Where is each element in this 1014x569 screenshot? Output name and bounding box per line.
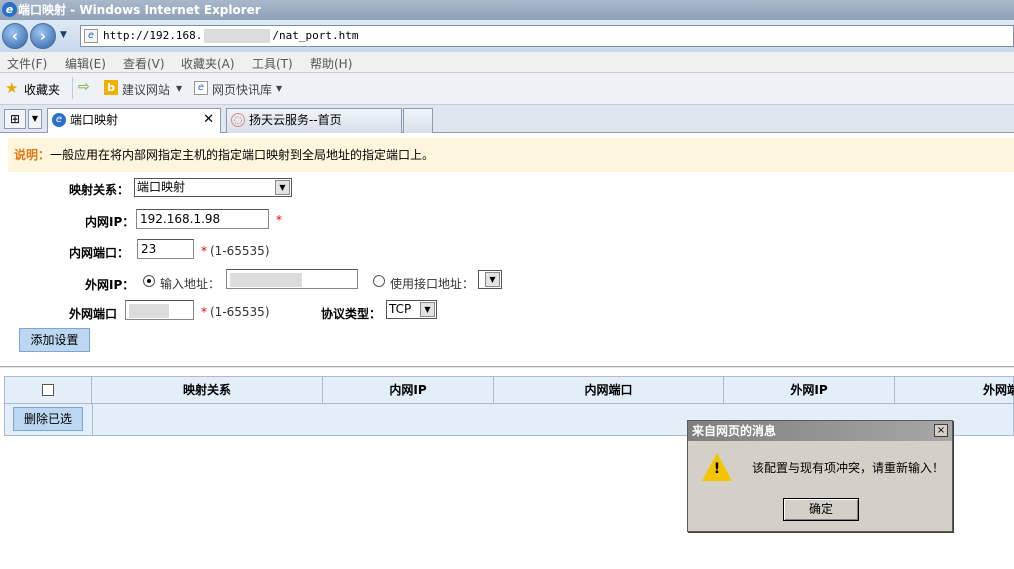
add-setting-button[interactable]: 添加设置 [19,328,90,352]
header-lan-ip: 内网IP [323,377,494,404]
window-title: 端口映射 - Windows Internet Explorer [18,3,261,17]
notice-banner: 说明：一般应用在将内部网指定主机的指定端口映射到全局地址的指定端口上。 [8,138,1014,172]
notice-label: 说明： [14,148,51,162]
warning-mark: ! [713,461,721,477]
add-favorite-icon[interactable]: ⇨ [78,79,90,95]
interface-select[interactable]: ▼ [478,270,502,289]
port-range-hint: (1-65535) [210,305,270,319]
page-icon: e [194,81,208,95]
dialog-title-text: 来自网页的消息 [692,424,777,438]
menu-edit[interactable]: 编辑(E) [65,55,106,72]
dialog-title: 来自网页的消息 [688,421,952,441]
header-select-all [5,377,92,404]
favorites-button[interactable]: 收藏夹 [24,81,60,98]
header-lan-port: 内网端口 [494,377,724,404]
wan-port-input[interactable] [125,300,194,320]
protocol-select[interactable]: TCP ▼ [386,300,437,319]
tab-yangtian-cloud[interactable]: ◌ 扬天云服务--首页 [226,108,402,133]
chevron-down-icon: ▼ [275,180,290,195]
chevron-down-icon: ▼ [485,272,500,287]
lan-ip-label: 内网IP： [85,215,135,229]
chevron-down-icon[interactable]: ▼ [176,84,182,93]
lan-port-input[interactable]: 23 [137,239,194,259]
bing-icon: b [104,80,118,95]
menu-help[interactable]: 帮助(H) [310,55,352,72]
header-wan-ip: 外网IP [724,377,895,404]
required-mark: * [201,244,207,258]
address-input[interactable]: e http://192.168. /nat_port.htm [80,25,1014,47]
web-slice-gallery-link[interactable]: 网页快讯库 [212,81,272,98]
wan-ip-label: 外网IP： [85,278,135,292]
close-tab-icon[interactable]: ✕ [203,109,214,131]
redacted-ip [204,29,271,43]
mapping-label: 映射关系： [69,183,130,197]
redacted-value [129,303,169,318]
menu-bar: 文件(F) 编辑(E) 查看(V) 收藏夹(A) 工具(T) 帮助(H) [0,52,1014,73]
mapping-select[interactable]: 端口映射 ▼ [134,178,292,197]
ie-logo-icon: e [2,2,17,17]
header-wan-port: 外网端 [895,377,1014,404]
suggested-sites-link[interactable]: 建议网站 [122,81,170,98]
tab-port-mapping[interactable]: e 端口映射 ✕ [47,108,221,133]
star-icon: ★ [5,79,19,97]
radio-input-address[interactable] [143,275,155,287]
header-wan-port-text: 外网端 [983,383,1014,397]
select-all-checkbox[interactable] [42,384,54,396]
quick-tabs-icon[interactable]: ⊞ [4,109,26,129]
loading-icon: ◌ [231,113,245,127]
required-mark: * [276,213,282,227]
page-icon: e [84,29,98,43]
close-icon[interactable]: × [934,424,948,437]
tab-label: 端口映射 [70,113,119,127]
chevron-down-icon: ▼ [420,302,435,317]
menu-view[interactable]: 查看(V) [123,55,165,72]
port-range-hint: (1-65535) [210,244,270,258]
radio-use-interface[interactable] [373,275,385,287]
redacted-ip [230,272,302,287]
notice-text: 一般应用在将内部网指定主机的指定端口映射到全局地址的指定端口上。 [50,148,435,162]
protocol-value: TCP [389,302,412,316]
window-title-bar: e 端口映射 - Windows Internet Explorer [0,0,1014,20]
message-dialog: 来自网页的消息 × ! 该配置与现有项冲突，请重新输入！ 确定 [687,420,953,532]
history-dropdown-icon[interactable]: ▼ [60,30,67,40]
tab-bar: ⊞ ▼ e 端口映射 ✕ ◌ 扬天云服务--首页 [0,105,1014,133]
url-suffix: /nat_port.htm [272,29,359,42]
new-tab-button[interactable] [403,108,433,133]
favorites-bar: ★ 收藏夹 ⇨ b 建议网站 ▼ e 网页快讯库 ▼ [0,73,1014,105]
radio-input-address-label: 输入地址： [160,277,221,291]
back-button[interactable]: ‹ [2,23,28,49]
url-prefix: http://192.168. [103,29,203,42]
lan-ip-input[interactable]: 192.168.1.98 [136,209,269,229]
menu-favorites[interactable]: 收藏夹(A) [181,55,235,72]
dialog-message: 该配置与现有项冲突，请重新输入！ [752,461,945,475]
header-mapping: 映射关系 [92,377,323,404]
wan-port-label: 外网端口 [69,307,118,321]
wan-ip-input[interactable] [226,269,358,289]
delete-selected-button[interactable]: 删除已选 [13,407,83,431]
mapping-value: 端口映射 [137,180,186,194]
forward-button[interactable]: › [30,23,56,49]
menu-file[interactable]: 文件(F) [7,55,47,72]
ok-button[interactable]: 确定 [783,498,859,521]
lan-port-label: 内网端口： [69,246,130,260]
menu-tools[interactable]: 工具(T) [252,55,293,72]
protocol-label: 协议类型： [321,307,382,321]
tab-list-dropdown-icon[interactable]: ▼ [28,109,42,129]
ie-page-icon: e [52,113,66,127]
divider [0,366,1014,368]
radio-use-interface-label: 使用接口地址： [390,277,475,291]
tab-label: 扬天云服务--首页 [249,113,342,127]
address-toolbar: ‹ › ▼ e http://192.168. /nat_port.htm [0,20,1014,52]
required-mark: * [201,305,207,319]
chevron-down-icon[interactable]: ▼ [276,84,282,93]
